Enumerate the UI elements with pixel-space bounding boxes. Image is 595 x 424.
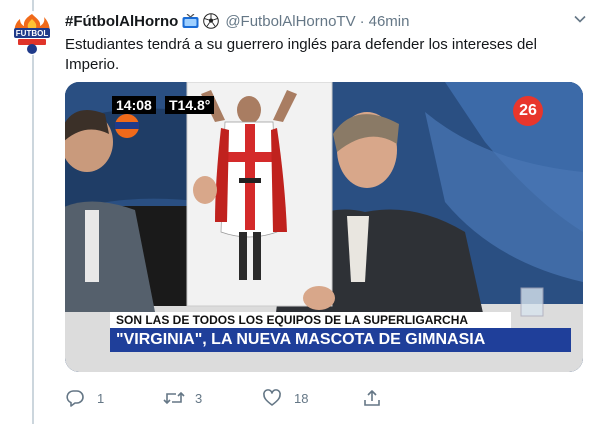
timestamp[interactable]: 46min — [369, 13, 410, 30]
like-count: 18 — [294, 390, 309, 406]
broadcast-clock: 14:08 — [112, 96, 156, 114]
lower-third-title: "VIRGINIA", LA NUEVA MASCOTA DE GIMNASIA — [110, 328, 571, 352]
tv-icon — [182, 13, 199, 29]
reply-button[interactable]: 1 — [65, 388, 104, 408]
channel-badge: 26 — [513, 96, 543, 126]
chevron-down-icon[interactable] — [573, 12, 587, 26]
separator-dot: · — [359, 12, 365, 30]
futbol-al-horno-logo: FUTBOL — [14, 14, 50, 54]
display-name[interactable]: #FútbolAlHorno — [65, 13, 178, 30]
tweet-header: #FútbolAlHorno @FutbolAlHornoTV · 46min — [65, 11, 575, 31]
heart-icon — [263, 389, 281, 406]
share-icon — [364, 390, 380, 406]
reply-icon — [66, 390, 84, 407]
retweet-count: 3 — [195, 390, 203, 406]
thread-line — [32, 0, 34, 424]
retweet-icon — [163, 391, 185, 405]
retweet-button[interactable]: 3 — [163, 388, 202, 408]
tweet-actions: 1 3 18 — [65, 388, 465, 410]
reply-count: 1 — [97, 390, 105, 406]
svg-text:FUTBOL: FUTBOL — [16, 29, 49, 38]
tweet-text: Estudiantes tendrá a su guerrero inglés … — [65, 36, 537, 73]
avatar[interactable]: FUTBOL — [10, 11, 54, 55]
broadcast-temperature: T14.8° — [165, 96, 215, 114]
handle[interactable]: @FutbolAlHornoTV — [225, 13, 355, 30]
tweet-media[interactable]: 14:08 T14.8° 26 SON LAS DE TODOS LOS EQU… — [65, 82, 583, 372]
like-button[interactable]: 18 — [262, 388, 308, 408]
soccer-ball-icon — [203, 13, 220, 29]
share-button[interactable] — [362, 388, 382, 408]
lower-third-headline: SON LAS DE TODOS LOS EQUIPOS DE LA SUPER… — [110, 312, 511, 328]
